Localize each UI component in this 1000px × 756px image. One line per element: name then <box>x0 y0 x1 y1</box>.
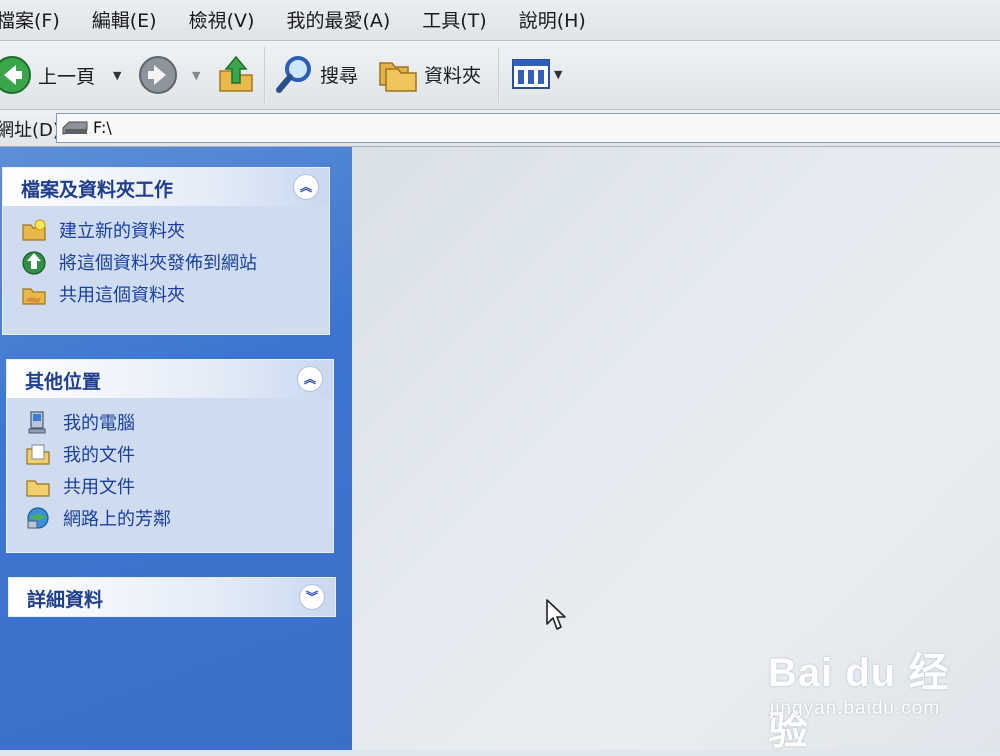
baidu-jingyan-watermark: Bai du 经验 jingyan.baidu.com <box>768 640 988 753</box>
mouse-cursor-icon <box>546 599 566 630</box>
menu-bar: 檔案(F) 編輯(E) 檢視(V) 我的最愛(A) 工具(T) 說明(H) <box>0 0 1000 41</box>
drive-icon <box>62 121 88 135</box>
my-computer-icon <box>28 411 46 434</box>
panel-title: 詳細資料 <box>27 589 104 611</box>
views-button[interactable]: ▼ <box>512 59 562 89</box>
place-network[interactable]: 網路上的芳鄰 <box>7 502 333 534</box>
back-dropdown-icon[interactable]: ▼ <box>113 69 121 82</box>
search-icon <box>276 56 311 93</box>
place-label: 我的電腦 <box>63 413 135 434</box>
new-folder-icon <box>22 219 46 241</box>
place-label: 網路上的芳鄰 <box>63 509 171 530</box>
collapse-chevron-icon[interactable]: ︽ <box>297 366 323 392</box>
panel-other-places: 其他位置 ︽ 我的電腦 我的文件 共用文件 網路上的芳鄰 <box>6 359 334 553</box>
place-shared-documents[interactable]: 共用文件 <box>7 470 333 502</box>
place-label: 我的文件 <box>63 445 135 466</box>
address-bar: 網址(D) F:\ <box>0 110 1000 147</box>
toolbar-separator <box>498 47 500 103</box>
forward-arrow-icon <box>139 56 177 94</box>
panel-title: 檔案及資料夾工作 <box>21 179 174 201</box>
back-arrow-icon <box>0 56 31 94</box>
place-label: 共用文件 <box>63 477 135 498</box>
menu-edit[interactable]: 編輯(E) <box>92 6 157 33</box>
shared-documents-icon <box>26 480 50 497</box>
task-label: 共用這個資料夾 <box>59 285 185 306</box>
collapse-chevron-icon[interactable]: ︽ <box>293 174 319 200</box>
panel-file-tasks: 檔案及資料夾工作 ︽ 建立新的資料夾 將這個資料夾發佈到網站 共用這個資料夾 <box>2 167 330 335</box>
my-documents-icon <box>26 444 50 465</box>
task-share-folder[interactable]: 共用這個資料夾 <box>3 278 329 310</box>
toolbar: 上一頁 ▼ ▼ 搜尋 資料夾 ▼ <box>0 41 1000 110</box>
place-my-computer[interactable]: 我的電腦 <box>7 406 333 438</box>
back-label: 上一頁 <box>38 65 96 88</box>
network-places-icon <box>27 507 49 529</box>
place-my-documents[interactable]: 我的文件 <box>7 438 333 470</box>
search-label: 搜尋 <box>320 64 359 87</box>
menu-help[interactable]: 說明(H) <box>519 6 586 33</box>
views-dropdown-icon[interactable]: ▼ <box>554 68 562 81</box>
address-label: 網址(D) <box>0 120 60 141</box>
folders-button[interactable]: 資料夾 <box>378 55 481 93</box>
up-folder-button[interactable] <box>216 53 256 95</box>
task-label: 建立新的資料夾 <box>59 221 185 242</box>
panel-file-tasks-header[interactable]: 檔案及資料夾工作 ︽ <box>3 168 329 206</box>
folders-icon <box>379 62 417 92</box>
address-value: F:\ <box>93 118 112 137</box>
menu-favorites[interactable]: 我的最愛(A) <box>286 6 390 33</box>
task-publish-web[interactable]: 將這個資料夾發佈到網站 <box>3 246 329 278</box>
forward-button[interactable]: ▼ <box>138 55 200 95</box>
task-new-folder[interactable]: 建立新的資料夾 <box>3 214 329 246</box>
folders-label: 資料夾 <box>424 64 482 87</box>
task-label: 將這個資料夾發佈到網站 <box>59 253 257 274</box>
expand-chevron-icon[interactable]: ︾ <box>299 584 325 610</box>
watermark-sub: jingyan.baidu.com <box>770 698 941 719</box>
address-input[interactable]: F:\ <box>56 113 1000 143</box>
share-folder-icon <box>22 288 46 305</box>
toolbar-separator <box>264 47 266 103</box>
menu-tools[interactable]: 工具(T) <box>422 6 486 33</box>
menu-view[interactable]: 檢視(V) <box>189 6 255 33</box>
task-pane: 檔案及資料夾工作 ︽ 建立新的資料夾 將這個資料夾發佈到網站 共用這個資料夾 其… <box>0 147 352 750</box>
panel-title: 其他位置 <box>25 371 102 393</box>
up-folder-icon <box>219 55 253 92</box>
back-button[interactable]: 上一頁 ▼ <box>0 55 121 95</box>
views-grid-icon <box>512 59 550 89</box>
forward-dropdown-icon[interactable]: ▼ <box>192 69 200 82</box>
search-button[interactable]: 搜尋 <box>274 53 358 95</box>
panel-details: 詳細資料 ︾ <box>8 577 336 617</box>
panel-other-places-header[interactable]: 其他位置 ︽ <box>7 360 333 398</box>
publish-web-icon <box>22 251 46 275</box>
panel-details-header[interactable]: 詳細資料 ︾ <box>9 578 335 616</box>
menu-file[interactable]: 檔案(F) <box>0 6 60 33</box>
